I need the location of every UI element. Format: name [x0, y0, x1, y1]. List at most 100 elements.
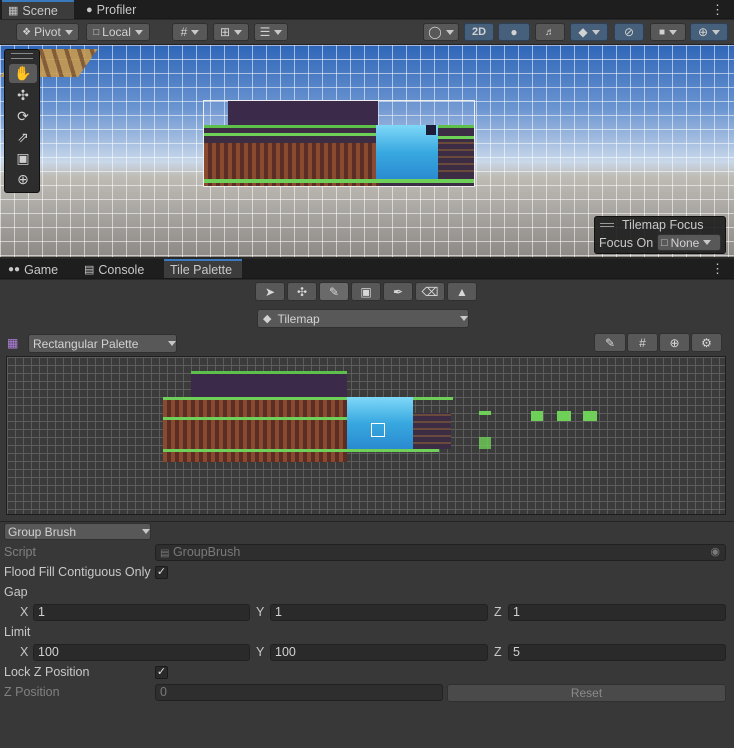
select-tool-icon[interactable]: ➤: [255, 282, 285, 301]
gap-y-field[interactable]: 1: [270, 604, 488, 621]
limit-y-label: Y: [256, 645, 265, 659]
palette-grid-icon[interactable]: #: [627, 333, 658, 352]
increment-snap-icon: ⊞: [219, 25, 231, 39]
palette-icon: ▦: [7, 336, 19, 350]
tab-tile-palette[interactable]: Tile Palette: [164, 259, 242, 278]
tab-game-label: Game: [24, 262, 59, 277]
local-dropdown[interactable]: □ Local: [86, 23, 150, 41]
paint-brush-tool-icon[interactable]: ✎: [319, 282, 349, 301]
grid-visibility-dropdown[interactable]: ☰: [254, 23, 288, 41]
audio-toggle-button[interactable]: ♬: [535, 23, 565, 41]
gamepad-icon: ●●: [8, 264, 21, 275]
rect-tool-icon[interactable]: ▣: [9, 149, 37, 168]
brush-value: Group Brush: [8, 524, 77, 539]
box-fill-tool-icon[interactable]: ▣: [351, 282, 381, 301]
console-icon: ▤: [84, 264, 95, 276]
tab-tile-palette-label: Tile Palette: [170, 262, 233, 277]
lock-z-label: Lock Z Position: [4, 665, 90, 679]
top-tab-bar: ▦ Scene ● Profiler ⋮: [0, 0, 734, 19]
gap-z-field[interactable]: 1: [508, 604, 726, 621]
gap-x-field[interactable]: 1: [33, 604, 250, 621]
gizmos-icon[interactable]: ⊕: [659, 333, 690, 352]
rotate-tool-icon[interactable]: ⟳: [9, 107, 37, 126]
camera-icon: ■: [658, 26, 666, 38]
palette-grid[interactable]: [6, 356, 726, 515]
script-label: Script: [4, 545, 36, 559]
kebab-menu-icon[interactable]: ⋮: [711, 261, 724, 277]
transform-tool-icon[interactable]: ⊕: [9, 170, 37, 189]
active-tilemap-value: Tilemap: [277, 311, 320, 326]
gap-label: Gap: [4, 585, 28, 599]
scale-tool-icon[interactable]: ⇗: [9, 128, 37, 147]
tab-game[interactable]: ●● Game: [2, 260, 68, 279]
move-tool-icon[interactable]: ✣: [9, 86, 37, 105]
grid-snap-dropdown[interactable]: #: [172, 23, 208, 41]
scene-view[interactable]: Tilemap Focus Focus On □ None: [0, 45, 734, 257]
palette-value: Rectangular Palette: [33, 336, 139, 351]
grid-snap-icon: #: [180, 25, 188, 39]
grid-icon: ▦: [8, 5, 19, 17]
profiler-icon: ●: [86, 3, 93, 16]
tile-tools-bar: ➤ ✣ ✎ ▣ ✒ ⌫ ▲: [255, 282, 477, 303]
limit-z-label: Z: [494, 645, 502, 659]
active-tilemap-dropdown[interactable]: ◆ Tilemap: [257, 309, 469, 328]
tab-console[interactable]: ▤ Console: [78, 260, 160, 279]
pivot-dropdown[interactable]: ❖ Pivot: [16, 23, 79, 41]
gap-x-label: X: [20, 605, 29, 619]
limit-x-field[interactable]: 100: [33, 644, 250, 661]
gizmo-globe-icon: ⊕: [697, 25, 709, 39]
edit-palette-icon[interactable]: ✎: [594, 333, 626, 352]
picker-tool-icon[interactable]: ✒: [383, 282, 413, 301]
eye-hidden-icon: ⊘: [623, 25, 635, 39]
fill-bucket-tool-icon[interactable]: ▲: [447, 282, 477, 301]
script-value: GroupBrush: [172, 545, 241, 559]
panel-drag-handle[interactable]: [11, 53, 33, 59]
scene-toolbar: ❖ Pivot □ Local # ⊞ ☰ ◯ 2D ● ♬ ◆ ⊘ ■ ⊕: [0, 20, 734, 45]
limit-y-field[interactable]: 100: [270, 644, 488, 661]
focus-on-dropdown[interactable]: □ None: [657, 234, 721, 251]
z-position-label: Z Position: [4, 685, 60, 699]
effects-layers-icon: ◆: [578, 25, 588, 39]
focus-region-icon: □: [661, 236, 668, 249]
tab-profiler-label: Profiler: [96, 2, 137, 17]
scene-tools-panel: ✋ ✣ ⟳ ⇗ ▣ ⊕: [4, 49, 40, 193]
layers-icon: ◆: [263, 313, 272, 325]
gap-z-label: Z: [494, 605, 502, 619]
move-tile-tool-icon[interactable]: ✣: [287, 282, 317, 301]
scene-tilemap[interactable]: [203, 100, 475, 187]
limit-z-field[interactable]: 5: [508, 644, 726, 661]
increment-snap-dropdown[interactable]: ⊞: [213, 23, 249, 41]
z-position-field: 0: [155, 684, 443, 701]
limit-x-label: X: [20, 645, 29, 659]
tab-scene[interactable]: ▦ Scene: [2, 0, 74, 19]
pivot-icon: ❖: [22, 26, 32, 38]
cube-icon: □: [93, 26, 100, 38]
lock-z-checkbox[interactable]: ✓: [155, 666, 168, 679]
lightbulb-icon: ●: [510, 25, 518, 39]
effects-dropdown[interactable]: ◆: [570, 23, 608, 41]
toggle-2d-button[interactable]: 2D: [464, 23, 494, 41]
reset-button[interactable]: Reset: [447, 684, 726, 702]
gizmos-dropdown[interactable]: ⊕: [690, 23, 728, 41]
palette-settings-icon[interactable]: ⚙: [691, 333, 722, 352]
tab-profiler[interactable]: ● Profiler: [80, 0, 150, 19]
shading-mode-dropdown[interactable]: ◯: [423, 23, 459, 41]
flood-fill-checkbox[interactable]: ✓: [155, 566, 168, 579]
camera-settings-dropdown[interactable]: ■: [650, 23, 686, 41]
script-file-icon: ▤: [160, 548, 170, 559]
shading-sphere-icon: ◯: [428, 25, 442, 39]
kebab-menu-icon[interactable]: ⋮: [711, 2, 724, 18]
flood-fill-label: Flood Fill Contiguous Only: [4, 565, 151, 579]
focus-on-value: None: [670, 235, 700, 250]
tilemap-focus-overlay: Tilemap Focus Focus On □ None: [594, 216, 726, 254]
hand-tool-icon[interactable]: ✋: [9, 64, 37, 83]
tilemap-focus-title: Tilemap Focus: [622, 218, 704, 232]
pivot-label: Pivot: [34, 25, 61, 39]
bottom-tab-bar: ●● Game ▤ Console Tile Palette ⋮: [0, 259, 734, 279]
scene-visibility-button[interactable]: ⊘: [614, 23, 644, 41]
eraser-tool-icon[interactable]: ⌫: [415, 282, 445, 301]
brush-dropdown[interactable]: Group Brush: [4, 523, 151, 540]
lighting-toggle-button[interactable]: ●: [498, 23, 530, 41]
object-picker-icon[interactable]: ◉: [710, 545, 720, 560]
palette-dropdown[interactable]: Rectangular Palette: [28, 334, 177, 353]
